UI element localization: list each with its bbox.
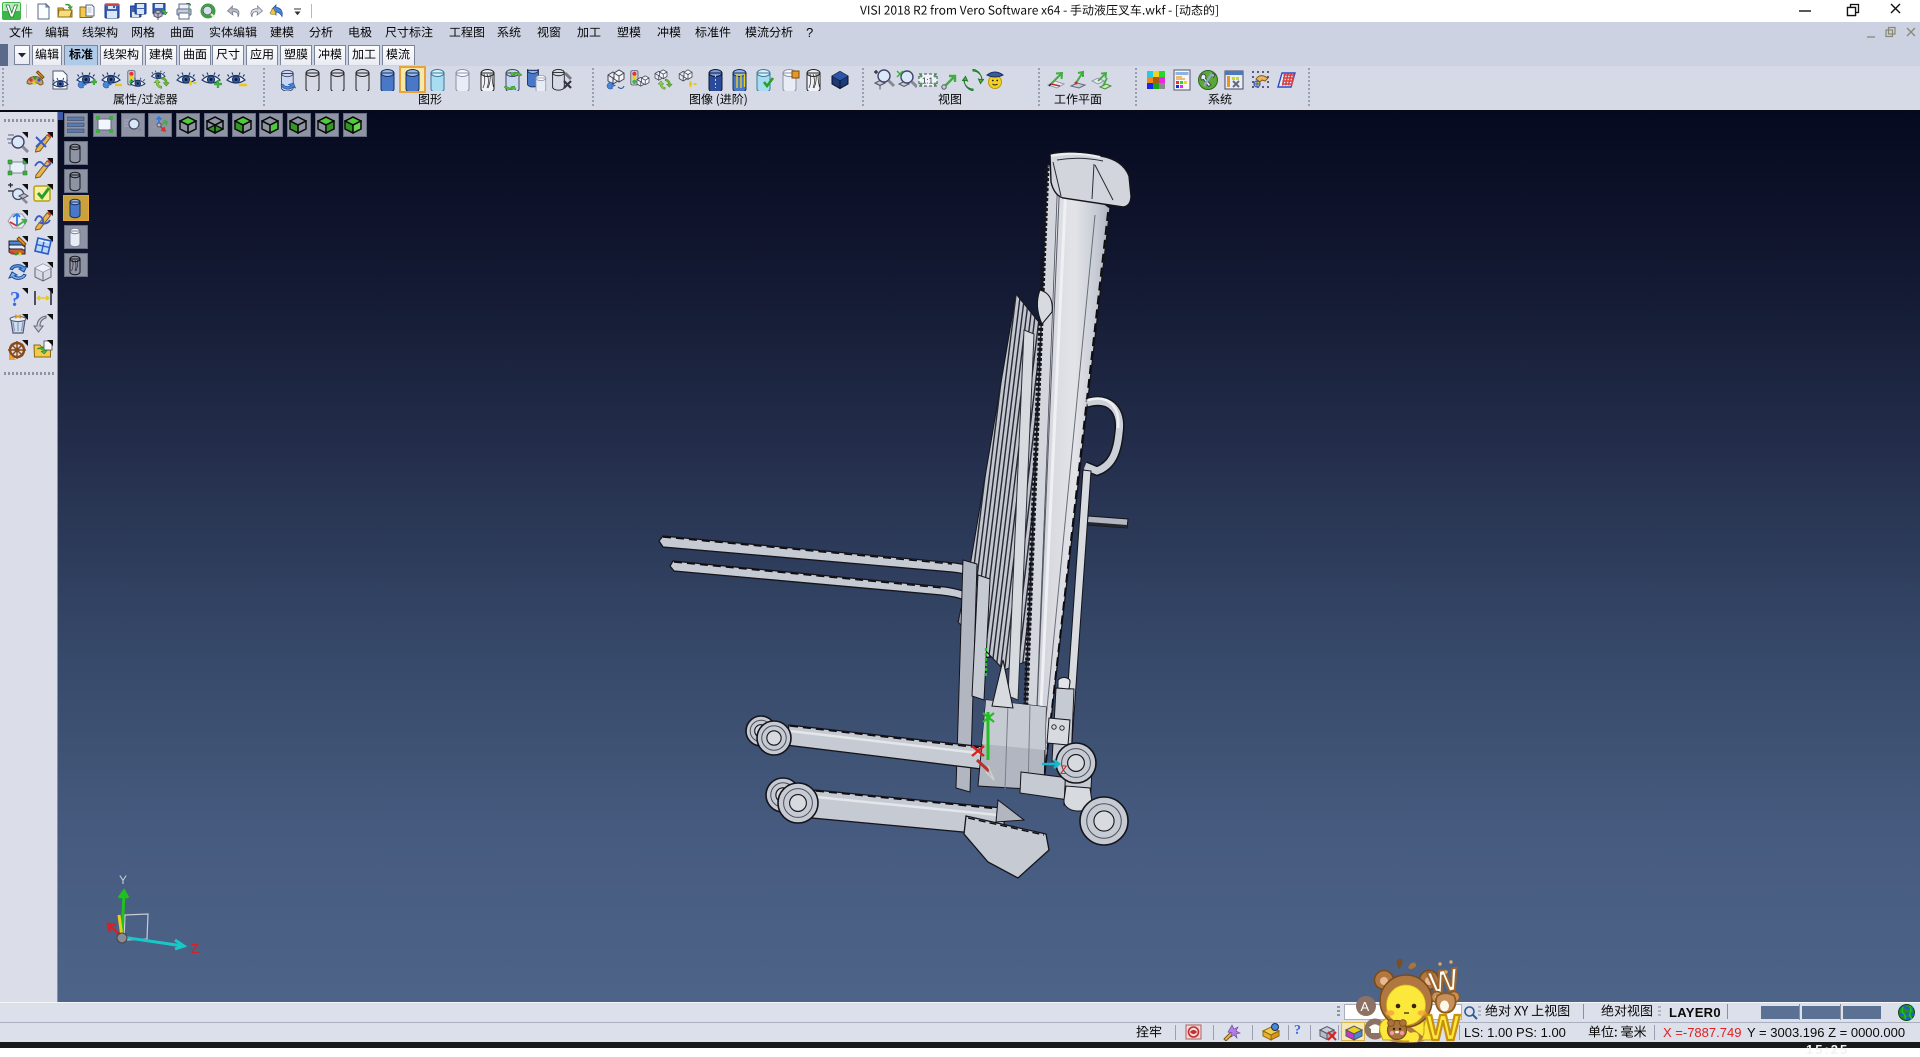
svg-text:Z: Z (191, 941, 199, 956)
svg-text:W: W (1426, 1007, 1460, 1048)
svg-text:Y: Y (119, 873, 127, 887)
svg-text:Z: Z (1060, 763, 1067, 777)
